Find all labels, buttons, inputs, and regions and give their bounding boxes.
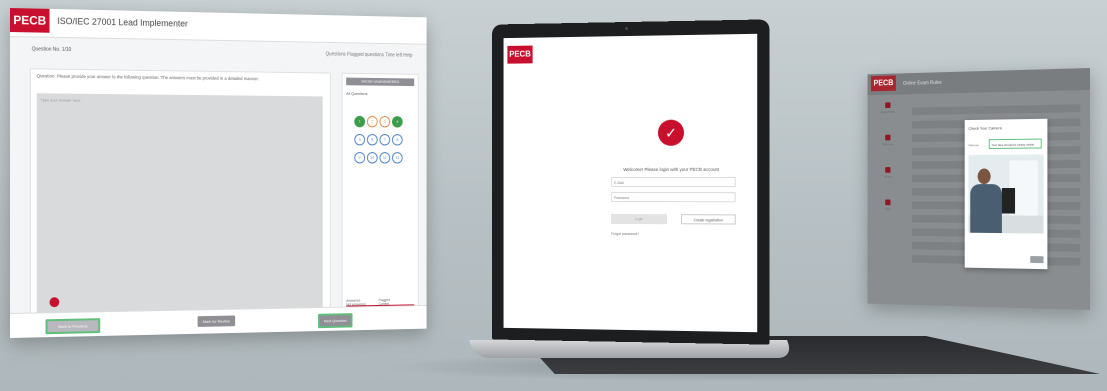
exam-title: ISO/IEC 27001 Lead Implementer xyxy=(57,16,188,29)
nav-icon xyxy=(885,102,891,109)
proctor-header: PECB Online Exam Rules xyxy=(867,68,1090,96)
pecb-emblem-icon: ✓ xyxy=(657,119,685,146)
login-button[interactable]: Login xyxy=(611,213,667,225)
question-grid: 1 2 3 45 6 7 89 10 11 12 xyxy=(353,110,412,164)
webcam-preview xyxy=(968,154,1044,234)
next-button[interactable]: Next Question xyxy=(318,313,353,329)
sidebar-item[interactable]: Start xyxy=(873,199,903,226)
modal-label: Webcam xyxy=(968,143,980,148)
exam-header: PECB ISO/IEC 27001 Lead Implementer xyxy=(10,8,427,45)
pecb-logo: PECB xyxy=(871,75,896,92)
question-circle[interactable]: 2 xyxy=(366,115,378,128)
exam-screen: PECB ISO/IEC 27001 Lead Implementer Ques… xyxy=(10,8,427,338)
forgot-password-link[interactable]: Forgot password? xyxy=(611,232,639,236)
answer-placeholder: Type your answer here xyxy=(40,97,81,103)
exam-subbar: Question No. 1/10 Questions Flagged ques… xyxy=(10,42,427,63)
pecb-logo: PECB xyxy=(10,8,50,33)
show-unanswered-button[interactable]: SHOW UNANSWERED xyxy=(346,77,415,87)
sidebar-item-label: Webcam xyxy=(882,142,894,147)
camera-select[interactable]: Your face should be clearly visible xyxy=(988,138,1042,149)
question-circle[interactable]: 4 xyxy=(391,116,403,128)
question-circle[interactable]: 12 xyxy=(391,152,403,164)
question-circle[interactable]: 7 xyxy=(379,134,391,146)
person-body-shape xyxy=(970,184,1002,234)
camera-check-modal: Check Your Camera Webcam Your face shoul… xyxy=(964,118,1048,270)
sidebar-item[interactable]: Identity xyxy=(873,167,903,194)
pecb-logo: PECB xyxy=(507,45,533,64)
nav-icon xyxy=(885,199,891,206)
mark-review-button[interactable]: Mark for Review xyxy=(197,315,236,327)
login-title: Welcome! Please login with your PECB acc… xyxy=(623,166,720,173)
back-button[interactable]: Back to Previous xyxy=(45,318,101,335)
question-circle[interactable]: 1 xyxy=(354,115,366,128)
question-circle[interactable]: 6 xyxy=(366,133,378,146)
question-panel: Question: Please provide your answer to … xyxy=(29,68,331,320)
question-number: Question No. 1/10 xyxy=(31,46,72,54)
person-head-shape xyxy=(977,168,991,185)
question-circle[interactable]: 5 xyxy=(354,133,366,146)
register-button[interactable]: Create registration xyxy=(681,214,736,225)
answer-textarea[interactable]: Type your answer here xyxy=(36,93,323,313)
webcam-lens-icon xyxy=(625,27,629,31)
question-circle[interactable]: 11 xyxy=(379,152,391,164)
email-field[interactable]: E-Mail xyxy=(611,176,736,188)
question-circle[interactable]: 3 xyxy=(379,116,391,128)
proctor-title: Online Exam Rules xyxy=(903,79,942,87)
all-questions-label: All Questions xyxy=(346,90,368,96)
question-circle[interactable]: 8 xyxy=(391,134,403,146)
question-navigator: SHOW UNANSWERED All Questions 1 2 3 45 6 7 89 1… xyxy=(341,72,419,319)
modal-title: Check Your Camera xyxy=(968,125,1002,131)
nav-icon xyxy=(885,134,891,141)
nav-icon xyxy=(885,167,891,173)
header-links[interactable]: Questions Flagged questions Time left He… xyxy=(326,51,413,58)
password-field[interactable]: Password xyxy=(611,191,736,203)
login-screen: PECB ✓ Welcome! Please login with your P… xyxy=(503,33,758,333)
sidebar-item-label: Identity xyxy=(883,174,893,179)
sidebar-item[interactable]: Exam Rules xyxy=(873,102,903,129)
monitor-shape xyxy=(1001,188,1016,214)
question-circle[interactable]: 10 xyxy=(366,152,378,164)
proctor-sidebar: Exam Rules Webcam Identity Start xyxy=(873,98,909,299)
modal-confirm-button[interactable] xyxy=(1030,256,1044,264)
proctoring-screen: PECB Online Exam Rules Exam Rules Webcam I… xyxy=(867,68,1090,310)
sidebar-item-label: Exam Rules xyxy=(880,109,896,114)
sidebar-item-label: Start xyxy=(885,207,891,211)
question-circle[interactable]: 9 xyxy=(354,152,366,164)
list-item xyxy=(911,104,1081,116)
sidebar-item[interactable]: Webcam xyxy=(873,134,903,162)
question-text: Question: Please provide your answer to … xyxy=(36,73,259,82)
laptop: PECB ✓ Welcome! Please login with your P… xyxy=(491,19,770,345)
